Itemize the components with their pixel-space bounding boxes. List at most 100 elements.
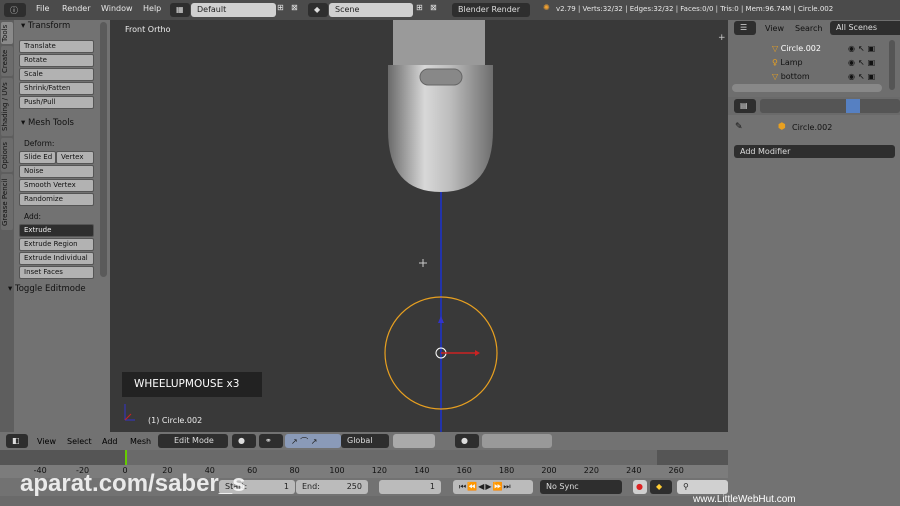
menu-help[interactable]: Help <box>143 4 161 13</box>
modifier-tab-wrench-icon[interactable] <box>846 99 860 113</box>
scene-field[interactable]: Scene <box>329 3 413 17</box>
menu-add[interactable]: Add <box>102 437 118 446</box>
snap-buttons[interactable] <box>482 434 552 448</box>
toggle-editmode-panel[interactable]: ▾ Toggle Editmode <box>8 284 86 294</box>
render-engine-select[interactable]: Blender Render <box>452 3 530 17</box>
sync-select[interactable]: No Sync <box>540 480 622 494</box>
remove-scene-icon[interactable]: ⊠ <box>430 3 437 12</box>
keying-field[interactable]: ⚲ <box>677 480 728 494</box>
extrude-individual-button[interactable]: Extrude Individual <box>19 252 94 265</box>
rotate-button[interactable]: Rotate <box>19 54 94 67</box>
end-frame-field[interactable]: End: 250 <box>296 480 368 494</box>
viewport-expand-icon[interactable]: + <box>718 33 726 43</box>
editor-type-button[interactable]: ⓘ <box>4 3 26 17</box>
x-gizmo-arrow <box>475 350 480 356</box>
end-value: 250 <box>346 482 362 491</box>
outliner-scope-select[interactable]: All Scenes <box>830 21 900 35</box>
extrude-dropdown[interactable]: Extrude <box>19 224 94 237</box>
timeline-area[interactable] <box>0 450 728 465</box>
playback-controls[interactable]: ⏮⏪◀▶⏩⏭ <box>453 480 533 494</box>
current-frame-field[interactable]: 1 <box>379 480 441 494</box>
outliner-item-bottom[interactable]: ▽ bottom <box>772 72 810 81</box>
shrink-fatten-button[interactable]: Shrink/Fatten <box>19 82 94 95</box>
lamp-icon: ♀ <box>772 58 778 67</box>
translate-button[interactable]: Translate <box>19 40 94 53</box>
menu-render[interactable]: Render <box>62 4 90 13</box>
scene-icon[interactable]: ◆ <box>308 3 328 17</box>
toggle-editmode-title: Toggle Editmode <box>14 284 86 294</box>
transform-panel-header[interactable]: ▾ Transform <box>21 21 70 31</box>
timeline-tick: 220 <box>583 466 600 475</box>
outliner-menu-search[interactable]: Search <box>795 24 822 33</box>
layout-field[interactable]: Default <box>191 3 276 17</box>
scene-info: v2.79 | Verts:32/32 | Edges:32/32 | Face… <box>556 5 834 13</box>
shading-select[interactable]: ● <box>232 434 256 448</box>
outliner-scrollbar[interactable] <box>889 40 895 90</box>
extrude-region-button[interactable]: Extrude Region <box>19 238 94 251</box>
select-mode-buttons[interactable] <box>393 434 435 448</box>
object-icon: ⬢ <box>778 122 786 132</box>
current-frame-indicator[interactable] <box>125 450 127 465</box>
tab-shading-uvs[interactable]: Shading / UVs <box>1 78 13 136</box>
menu-file[interactable]: File <box>36 4 49 13</box>
mode-select[interactable]: Edit Mode <box>158 434 228 448</box>
deform-label: Deform: <box>24 139 55 148</box>
tab-options[interactable]: Options <box>1 138 13 172</box>
timeline-tick: 200 <box>541 466 557 475</box>
record-button[interactable]: ● <box>633 480 647 494</box>
add-scene-icon[interactable]: ⊞ <box>416 3 423 12</box>
mesh-tools-panel-header[interactable]: ▾ Mesh Tools <box>21 118 74 128</box>
layout-icon[interactable]: ▦ <box>170 3 190 17</box>
outliner-item-label: bottom <box>780 72 810 81</box>
timeline-tick: 100 <box>329 466 345 475</box>
menu-view[interactable]: View <box>37 437 56 446</box>
remove-layout-icon[interactable]: ⊠ <box>291 3 298 12</box>
key-overlay: WHEELUPMOUSE x3 <box>122 372 262 397</box>
watermark-left: aparat.com/saber_s <box>20 470 246 497</box>
pivot-marker <box>419 259 427 267</box>
pivot-select[interactable]: ⚭ <box>259 434 283 448</box>
knurled-grip <box>393 20 485 65</box>
menu-window[interactable]: Window <box>101 4 133 13</box>
smooth-vertex-button[interactable]: Smooth Vertex <box>19 179 94 192</box>
context-tab-bar[interactable] <box>760 99 900 113</box>
3d-viewport[interactable]: Front Ortho + WHEELUPMOUSE x3 (1) Circle… <box>110 20 728 432</box>
scale-button[interactable]: Scale <box>19 68 94 81</box>
tool-shelf-scrollbar[interactable] <box>100 22 107 277</box>
timeline-tick: 140 <box>414 466 430 475</box>
proportional-edit-select[interactable]: ● <box>455 434 479 448</box>
visibility-icons[interactable]: ◉↖▣ <box>848 72 878 81</box>
vertex-slide-button[interactable]: Vertex <box>56 151 94 164</box>
outliner-hscrollbar[interactable] <box>732 84 882 92</box>
properties-editor-type[interactable]: ▤ <box>734 99 756 113</box>
slide-edge-button[interactable]: Slide Ed <box>19 151 56 164</box>
axis-widget <box>124 404 135 421</box>
tab-create[interactable]: Create <box>1 46 13 76</box>
randomize-button[interactable]: Randomize <box>19 193 94 206</box>
pin-icon[interactable]: ✎ <box>735 122 743 132</box>
push-pull-button[interactable]: Push/Pull <box>19 96 94 109</box>
tab-tools[interactable]: Tools <box>1 22 13 44</box>
inset-faces-button[interactable]: Inset Faces <box>19 266 94 279</box>
tab-grease-pencil[interactable]: Grease Pencil <box>1 174 13 230</box>
add-label: Add: <box>24 212 42 221</box>
outliner-item-label: Circle.002 <box>780 44 821 53</box>
z-gizmo <box>438 316 444 323</box>
viewport-editor-type[interactable]: ◧ <box>6 434 28 448</box>
keying-set-select[interactable]: ◆ <box>650 480 672 494</box>
menu-select[interactable]: Select <box>67 437 92 446</box>
outliner-menu-view[interactable]: View <box>765 24 784 33</box>
visibility-icons[interactable]: ◉↖▣ <box>848 44 878 53</box>
orientation-select[interactable]: Global <box>341 434 389 448</box>
visibility-icons[interactable]: ◉↖▣ <box>848 58 878 67</box>
manipulator-buttons[interactable]: ↗ ⌒ ↗ <box>285 434 341 448</box>
outliner-editor-type[interactable]: ☰ <box>734 21 756 35</box>
add-layout-icon[interactable]: ⊞ <box>277 3 284 12</box>
noise-button[interactable]: Noise <box>19 165 94 178</box>
timeline-tick: 260 <box>668 466 684 475</box>
menu-mesh[interactable]: Mesh <box>130 437 151 446</box>
outliner-item-lamp[interactable]: ♀ Lamp <box>772 58 803 67</box>
outliner-item-label: Lamp <box>780 58 803 67</box>
add-modifier-dropdown[interactable]: Add Modifier <box>734 145 895 158</box>
outliner-item-circle002[interactable]: ▽ Circle.002 <box>772 44 821 53</box>
